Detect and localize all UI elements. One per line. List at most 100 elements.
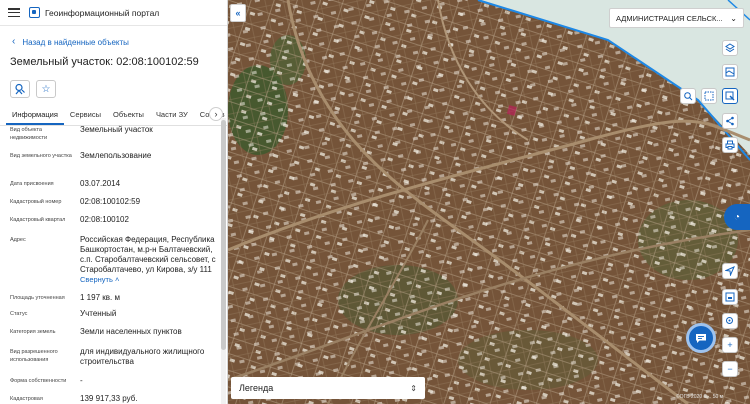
property-row: Форма собственности - (10, 376, 220, 386)
zoom-out-button[interactable]: − (722, 361, 738, 377)
property-value: 02:08:100102:59 (80, 197, 141, 206)
property-value: для индивидуального жилищного строительс… (80, 347, 205, 366)
chevron-up-icon: ˄ (115, 275, 120, 284)
property-row: Кадастровая 139 917,33 руб. (10, 394, 220, 404)
property-label: Вид земельного участка (10, 153, 72, 159)
tab-services[interactable]: Сервисы (64, 110, 107, 125)
portal-logo-icon (29, 7, 40, 18)
property-row: Площадь уточненная 1 197 кв. м (10, 293, 220, 303)
property-label: Статус (10, 311, 28, 317)
geolocate-button[interactable] (722, 263, 738, 279)
property-value: Землепользование (80, 151, 152, 160)
property-value: 1 197 кв. м (80, 293, 120, 302)
object-actions: ☆ (0, 74, 227, 104)
search-area-button[interactable] (680, 88, 696, 104)
menu-icon[interactable] (8, 8, 20, 17)
tab-objects[interactable]: Объекты (107, 110, 150, 125)
property-row: Кадастровый номер 02:08:100102:59 (10, 197, 220, 207)
layers-icon (725, 43, 735, 53)
assistant-icon: ◔ (733, 211, 741, 223)
search-area-icon (684, 92, 693, 101)
basemap-button[interactable] (722, 64, 738, 80)
property-value: Российская Федерация, Республика Башкорт… (80, 235, 216, 274)
property-value: - (80, 376, 83, 385)
measure-icon (704, 91, 714, 101)
property-label: Кадастровый квартал (10, 217, 66, 223)
show-on-map-button[interactable] (10, 80, 30, 98)
basemap-icon (725, 67, 735, 77)
property-label: Кадастровый номер (10, 199, 62, 205)
back-link-label: Назад в найденные объекты (22, 37, 129, 47)
property-row: Вид объекта недвижимости Земельный участ… (10, 125, 220, 142)
app-header: Геоинформационный портал (0, 0, 227, 26)
property-row: Дата присвоения 03.07.2014 (10, 179, 220, 189)
print-icon (725, 140, 735, 150)
property-label: Вид объекта недвижимости (10, 127, 48, 141)
back-link[interactable]: ‹ Назад в найденные объекты (0, 26, 227, 48)
measure-button[interactable] (701, 88, 717, 104)
select-icon (725, 91, 735, 101)
tab-bar: Информация Сервисы Объекты Части ЗУ Сост… (0, 104, 227, 126)
layers-button[interactable] (722, 40, 738, 56)
property-value: 03.07.2014 (80, 179, 121, 188)
property-value: Земельный участок (80, 125, 153, 134)
tab-parcel-parts[interactable]: Части ЗУ (150, 110, 194, 125)
property-label: Форма собственности (10, 378, 67, 384)
property-row: Вид разрешенного использования для индив… (10, 347, 220, 367)
property-row: Статус Учтенный (10, 309, 220, 319)
property-label: Дата присвоения (10, 181, 54, 187)
zoom-in-button[interactable]: + (722, 337, 738, 353)
chat-button[interactable] (686, 323, 716, 353)
property-label: Кадастровая (10, 396, 43, 402)
geolocate-icon (725, 266, 735, 276)
zoom-extent-icon (726, 317, 733, 324)
chevron-left-icon: ‹ (12, 36, 16, 47)
collapse-link-label: Свернуть (80, 275, 113, 284)
chat-icon (696, 334, 706, 343)
favorite-button[interactable]: ☆ (36, 80, 56, 98)
collapse-link[interactable]: Свернуть ˄ (80, 275, 220, 285)
select-tool-button[interactable] (722, 88, 738, 104)
print-button[interactable] (722, 137, 738, 153)
assistant-side-button[interactable]: ◔ (724, 204, 750, 230)
property-label: Площадь уточненная (10, 295, 65, 301)
star-icon: ☆ (41, 83, 51, 95)
legend-toggle[interactable]: Легенда ⇕ (231, 377, 425, 399)
minus-icon: − (727, 364, 733, 374)
legend-label: Легенда (239, 383, 274, 393)
double-chevron-left-icon: « (235, 8, 241, 18)
chevron-down-icon: ⌄ (730, 13, 737, 23)
scrollbar-thumb[interactable] (221, 120, 226, 350)
app-title: Геоинформационный портал (45, 7, 160, 18)
map-view-icon (725, 292, 735, 302)
share-icon (726, 116, 734, 126)
property-row: Категория земель Земли населенных пункто… (10, 327, 220, 337)
property-value: 139 917,33 руб. (80, 394, 138, 403)
share-button[interactable] (722, 113, 738, 129)
map-view[interactable] (228, 0, 750, 404)
property-row: Вид земельного участка Землепользование (10, 151, 220, 161)
property-label: Адрес (10, 237, 26, 243)
plus-icon: + (727, 340, 733, 350)
property-row: Адрес Российская Федерация, Республика Б… (10, 235, 220, 285)
admin-district-select[interactable]: АДМИНИСТРАЦИЯ СЕЛЬСК... ⌄ (609, 8, 744, 28)
chevron-right-icon: › (214, 109, 218, 119)
expand-collapse-icon: ⇕ (410, 383, 417, 393)
property-row: Кадастровый квартал 02:08:100102 (10, 215, 220, 225)
property-value: 02:08:100102 (80, 215, 129, 224)
property-value-block: Российская Федерация, Республика Башкорт… (80, 235, 220, 285)
property-value: Земли населенных пунктов (80, 327, 182, 336)
info-panel: Геоинформационный портал ‹ Назад в найде… (0, 0, 228, 404)
map-attribution: ©ОГБ 2020 ©... 50 м (676, 394, 724, 400)
map-pin-search-icon (15, 83, 25, 95)
tab-info[interactable]: Информация (6, 110, 64, 125)
property-value: Учтенный (80, 309, 117, 318)
property-label: Вид разрешенного использования (10, 349, 58, 363)
admin-district-value: АДМИНИСТРАЦИЯ СЕЛЬСК... (616, 13, 723, 23)
map-view-toggle-button[interactable] (722, 289, 738, 305)
collapse-panel-button[interactable]: « (230, 4, 246, 22)
object-title: Земельный участок: 02:08:100102:59 (10, 56, 199, 68)
zoom-extent-button[interactable] (722, 313, 738, 329)
satellite-imagery (228, 0, 750, 404)
property-label: Категория земель (10, 329, 56, 335)
